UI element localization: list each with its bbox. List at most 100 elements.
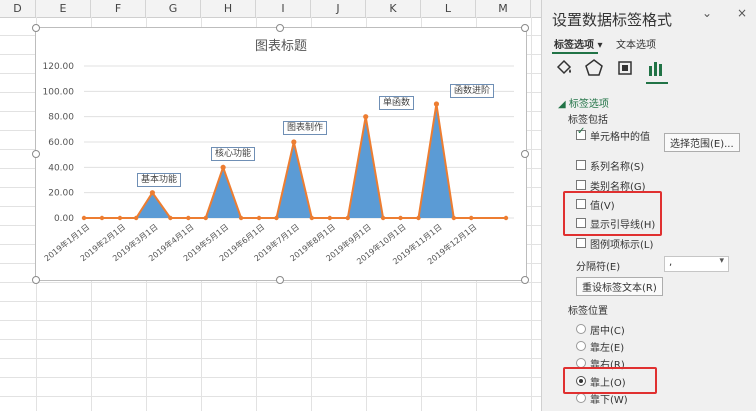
chevron-down-icon: ▾: [719, 256, 724, 266]
column-header-F[interactable]: F: [91, 0, 146, 17]
data-point: [398, 215, 403, 221]
area-segment: [136, 192, 171, 218]
data-point: [81, 215, 87, 221]
radio-icon: [576, 324, 586, 334]
chart-object[interactable]: 图表标题 0.00 20.00 40.00 60.00 80.00 100.00 120.00…: [35, 27, 527, 281]
y-tick-label: 0.00: [54, 214, 74, 224]
highlight-box: [563, 367, 657, 394]
peak-point: [291, 139, 297, 145]
checkbox-label: 系列名称(S): [590, 162, 645, 173]
peak-point: [220, 164, 226, 170]
column-header-L[interactable]: L: [421, 0, 476, 17]
grid-divider: [531, 17, 532, 411]
data-point: [133, 215, 139, 221]
data-label[interactable]: 基本功能: [137, 173, 182, 187]
data-label[interactable]: 图表制作: [283, 121, 328, 135]
spreadsheet-area[interactable]: D E F G H I J K L M 图表标题 0.00 20.00 40.00 60…: [0, 0, 541, 411]
checkbox-icon: [576, 180, 586, 190]
column-header-J[interactable]: J: [311, 0, 366, 17]
close-icon[interactable]: ×: [737, 6, 747, 20]
data-label[interactable]: 核心功能: [211, 147, 256, 161]
pane-options-chevron-icon[interactable]: ⌄: [702, 6, 712, 20]
y-tick-label: 100.00: [43, 87, 75, 97]
data-point: [203, 215, 208, 221]
radio-icon: [576, 341, 586, 351]
label-contains-heading: 标签包括: [568, 115, 608, 126]
chart-title: 图表标题: [255, 39, 307, 54]
size-properties-icon[interactable]: [615, 58, 635, 78]
data-point: [451, 215, 457, 221]
separator-label: 分隔符(E): [576, 262, 621, 273]
label-options-chart-icon[interactable]: [646, 58, 666, 78]
checkbox-label: 图例项标示(L): [590, 240, 654, 251]
checkmark-icon: ✓: [577, 126, 586, 137]
active-icon-indicator: [646, 82, 668, 84]
column-header-M[interactable]: M: [476, 0, 531, 17]
radio-label: 居中(C): [590, 326, 625, 337]
peak-point: [149, 190, 156, 196]
data-point: [168, 215, 173, 221]
tab-label-options-text: 标签选项: [554, 40, 594, 51]
reset-label-text-button[interactable]: 重设标签文本(R): [576, 277, 663, 296]
data-point: [380, 215, 386, 221]
resize-handle[interactable]: [32, 276, 40, 284]
data-point: [274, 215, 279, 221]
column-header-D[interactable]: D: [0, 0, 36, 17]
data-label-text: 单函数: [383, 98, 411, 108]
peak-point: [363, 114, 369, 120]
column-header-I[interactable]: I: [256, 0, 311, 17]
pane-title: 设置数据标签格式: [552, 11, 673, 29]
resize-handle[interactable]: [32, 150, 40, 158]
tab-label-options[interactable]: 标签选项 ▾: [554, 36, 603, 51]
highlight-box: [563, 191, 662, 236]
section-header[interactable]: ◢ 标签选项: [558, 95, 609, 110]
data-label[interactable]: 单函数: [379, 96, 415, 110]
y-tick-label: 20.00: [48, 189, 74, 199]
data-point: [345, 215, 350, 221]
column-header-K[interactable]: K: [366, 0, 421, 17]
column-header-bar: D E F G H I J K L M: [0, 0, 541, 18]
resize-handle[interactable]: [276, 276, 284, 284]
y-tick-label: 60.00: [48, 138, 74, 148]
data-point: [238, 215, 244, 221]
data-point: [186, 215, 191, 221]
fill-line-icon[interactable]: [554, 58, 574, 78]
checkbox-icon: [576, 160, 586, 170]
data-point: [99, 215, 105, 221]
radio-icon: [576, 393, 586, 403]
column-header-G[interactable]: G: [146, 0, 201, 17]
column-header-E[interactable]: E: [36, 0, 91, 17]
y-tick-label: 120.00: [43, 62, 75, 72]
data-point: [416, 215, 421, 221]
checkbox-icon: [576, 238, 586, 248]
data-label-text: 图表制作: [287, 123, 324, 133]
y-tick-label: 80.00: [48, 113, 74, 123]
data-point: [117, 215, 123, 221]
area-segment: [276, 142, 312, 218]
data-point: [469, 215, 474, 221]
format-data-labels-pane: 设置数据标签格式 ⌄ × 标签选项 ▾ 文本选项 ◢ 标签选项 标签包括 ✓ 单…: [541, 0, 756, 411]
resize-handle[interactable]: [276, 24, 284, 32]
data-label-text: 函数进阶: [454, 86, 491, 96]
data-point: [503, 215, 509, 221]
resize-handle[interactable]: [521, 276, 529, 284]
peak-point: [433, 101, 440, 107]
chart-plot: 图表标题 0.00 20.00 40.00 60.00 80.00 100.00 120.00…: [42, 39, 514, 266]
section-header-text: 标签选项: [568, 99, 609, 110]
effects-icon[interactable]: [584, 58, 604, 78]
active-tab-indicator: [552, 52, 598, 54]
data-label[interactable]: 函数进阶: [450, 84, 495, 98]
column-header-H[interactable]: H: [201, 0, 256, 17]
resize-handle[interactable]: [32, 24, 40, 32]
data-label-text: 基本功能: [141, 175, 178, 185]
resize-handle[interactable]: [521, 150, 529, 158]
radio-label: 靠左(E): [590, 343, 625, 354]
resize-handle[interactable]: [521, 24, 529, 32]
tab-text-options[interactable]: 文本选项: [616, 36, 656, 51]
select-range-button[interactable]: 选择范围(E)...: [664, 133, 740, 152]
separator-select[interactable]: , ▾: [664, 256, 729, 272]
y-tick-label: 40.00: [48, 163, 74, 173]
data-point: [327, 215, 332, 221]
checkbox-label: 单元格中的值: [590, 132, 650, 143]
data-label-text: 核心功能: [215, 149, 252, 159]
